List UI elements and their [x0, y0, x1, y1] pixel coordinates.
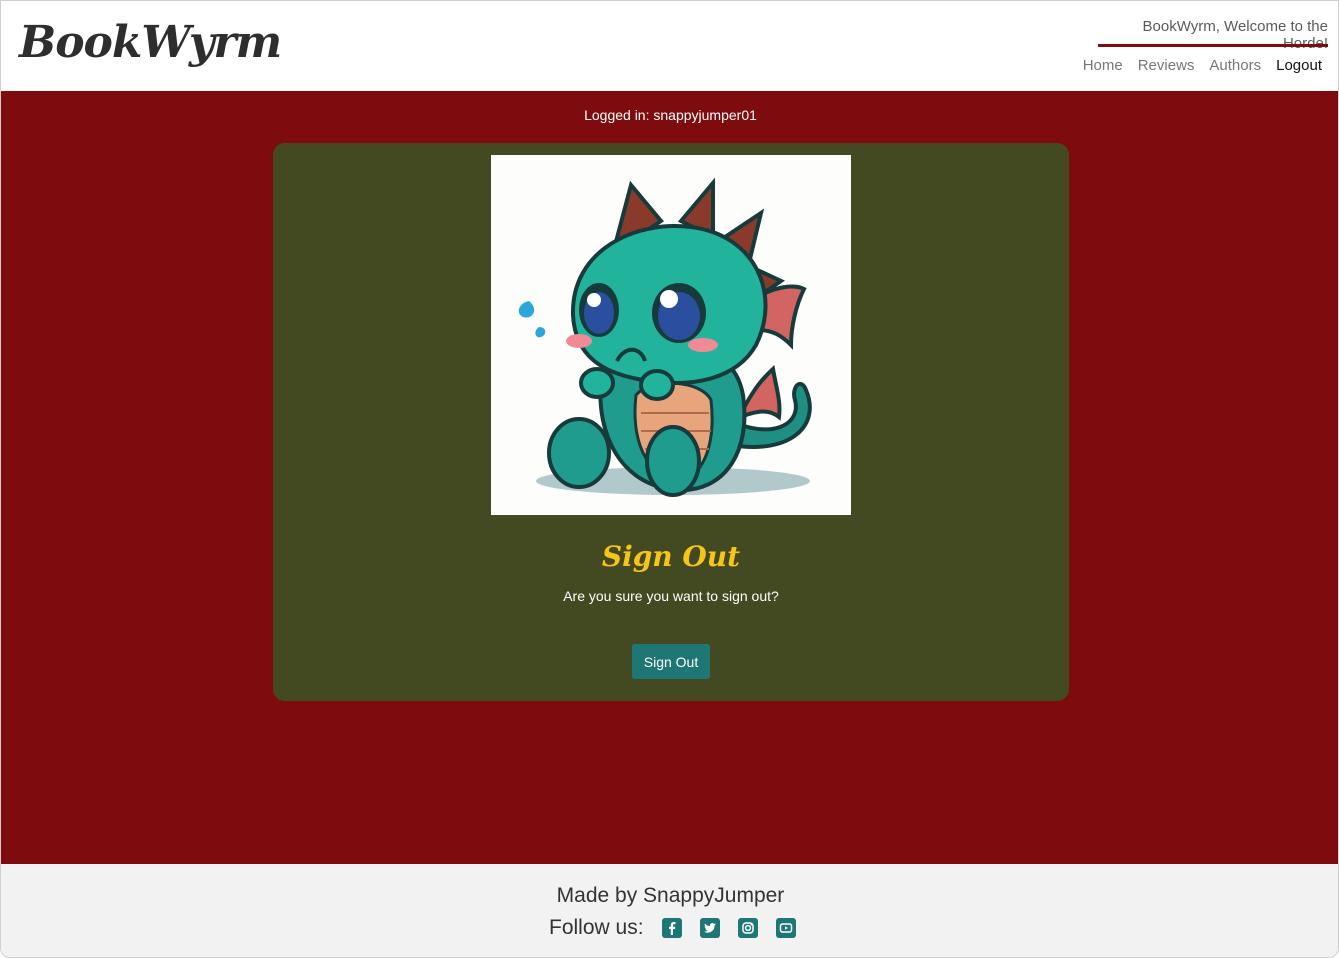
site-footer: Made by SnappyJumper Follow us: — [1, 864, 1338, 957]
nav-authors[interactable]: Authors — [1209, 57, 1261, 74]
main-content: Logged in: snappyjumper01 Sign Out Are y… — [1, 91, 1338, 864]
welcome-underline — [1098, 44, 1328, 47]
follow-label: Follow us: — [549, 916, 644, 939]
browser-page: BookWyrm BookWyrm, Welcome to the Horde!… — [0, 0, 1339, 958]
nav-home[interactable]: Home — [1083, 57, 1123, 74]
follow-us: Follow us: — [549, 916, 796, 940]
welcome-message: BookWyrm, Welcome to the Horde! — [1142, 18, 1328, 52]
main-nav: Home Reviews Authors Logout — [1083, 57, 1322, 74]
twitter-icon[interactable] — [699, 918, 720, 938]
facebook-icon[interactable] — [661, 918, 682, 938]
signout-card: Sign Out Are you sure you want to sign o… — [273, 143, 1069, 701]
sad-dragon-image — [491, 155, 851, 515]
brand-logo[interactable]: BookWyrm — [19, 17, 282, 68]
instagram-icon[interactable] — [737, 918, 758, 938]
made-by-credit: Made by SnappyJumper — [556, 884, 785, 907]
site-header: BookWyrm BookWyrm, Welcome to the Horde!… — [1, 1, 1338, 91]
nav-logout[interactable]: Logout — [1276, 57, 1322, 74]
signout-button[interactable]: Sign Out — [632, 644, 710, 679]
signout-prompt: Are you sure you want to sign out? — [563, 588, 779, 604]
nav-reviews[interactable]: Reviews — [1138, 57, 1195, 74]
youtube-icon[interactable] — [775, 918, 796, 938]
sad-dragon-icon — [518, 177, 812, 497]
signout-title: Sign Out — [601, 540, 741, 573]
logged-in-status: Logged in: snappyjumper01 — [584, 107, 757, 123]
